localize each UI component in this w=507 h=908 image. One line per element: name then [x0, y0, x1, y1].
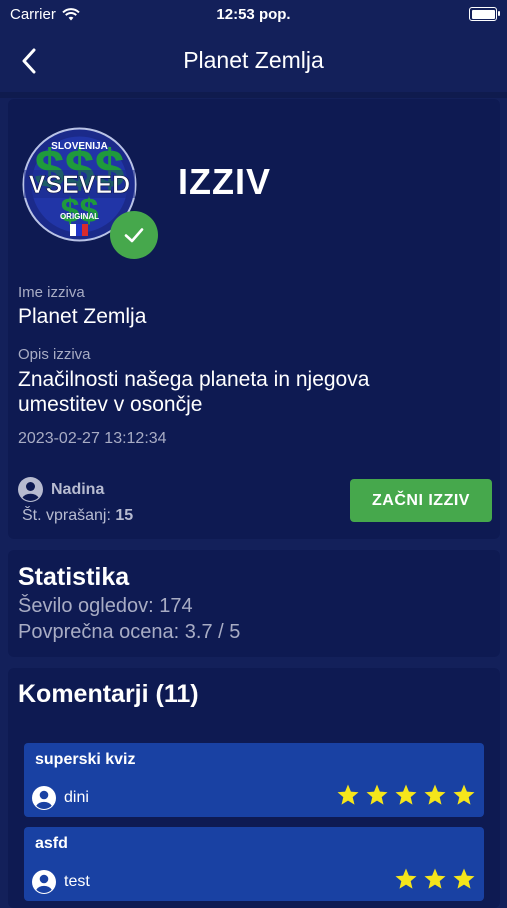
- challenge-heading: IZZIV: [178, 161, 271, 202]
- start-challenge-button[interactable]: ZAČNI IZZIV: [350, 479, 492, 522]
- comment-rating: [394, 867, 476, 891]
- comments-title: Komentarji (11): [18, 680, 199, 708]
- nav-divider: [0, 92, 507, 98]
- svg-text:VSEVED: VSEVED: [29, 171, 130, 199]
- star-icon: [453, 868, 475, 889]
- star-icon: [424, 868, 446, 889]
- comments-card: Komentarji (11) superski kviz dini asfd …: [8, 668, 500, 908]
- comment-author-name: dini: [64, 789, 89, 806]
- view-count: Ševilo ogledov: 174: [18, 595, 193, 617]
- question-count-value: 15: [115, 507, 134, 524]
- star-icon: [366, 784, 388, 805]
- check-icon: [124, 228, 144, 243]
- author-name: Nadina: [51, 480, 105, 498]
- average-rating: Povprečna ocena: 3.7 / 5: [18, 621, 241, 643]
- statistics-card: Statistika Ševilo ogledov: 174 Povprečna…: [8, 550, 500, 657]
- comment-text: superski kviz: [35, 751, 136, 768]
- nav-bar: Planet Zemlja: [0, 34, 507, 88]
- challenge-name-label: Ime izziva: [18, 284, 85, 301]
- star-icon: [453, 784, 475, 805]
- statistics-title: Statistika: [18, 563, 130, 591]
- comment-text: asfd: [35, 835, 68, 852]
- challenge-name-value: Planet Zemlja: [18, 305, 147, 328]
- star-icon: [337, 784, 359, 805]
- user-avatar-icon: [32, 786, 56, 810]
- battery-icon: [469, 7, 500, 21]
- comment-author: dini: [32, 786, 89, 810]
- status-time: 12:53 pop.: [216, 6, 291, 23]
- comment-item: asfd test: [24, 827, 484, 901]
- comment-item: superski kviz dini: [24, 743, 484, 817]
- star-icon: [395, 868, 417, 889]
- completed-check-badge: [110, 211, 158, 259]
- page-title: Planet Zemlja: [183, 47, 324, 73]
- challenge-author: Nadina: [18, 477, 104, 502]
- challenge-description-label: Opis izziva: [18, 346, 91, 363]
- challenge-description-value: Značilnosti našega planeta in njegova um…: [18, 368, 370, 416]
- challenge-card: $$$ $$ SLOVENIJA VSEVED ORIGINAL IZZIV I…: [8, 99, 500, 539]
- comment-author: test: [32, 870, 90, 894]
- comment-rating: [336, 783, 476, 807]
- user-avatar-icon: [18, 477, 43, 502]
- question-count: Št. vprašanj: 15: [22, 507, 133, 525]
- star-icon: [395, 784, 417, 805]
- user-avatar-icon: [32, 870, 56, 894]
- challenge-date: 2023-02-27 13:12:34: [18, 430, 167, 447]
- svg-text:SLOVENIJA: SLOVENIJA: [51, 141, 108, 152]
- comment-author-name: test: [64, 873, 90, 890]
- svg-text:ORIGINAL: ORIGINAL: [60, 212, 99, 221]
- question-count-label: Št. vprašanj:: [22, 507, 111, 524]
- star-icon: [424, 784, 446, 805]
- status-bar: Carrier 12:53 pop.: [0, 0, 507, 30]
